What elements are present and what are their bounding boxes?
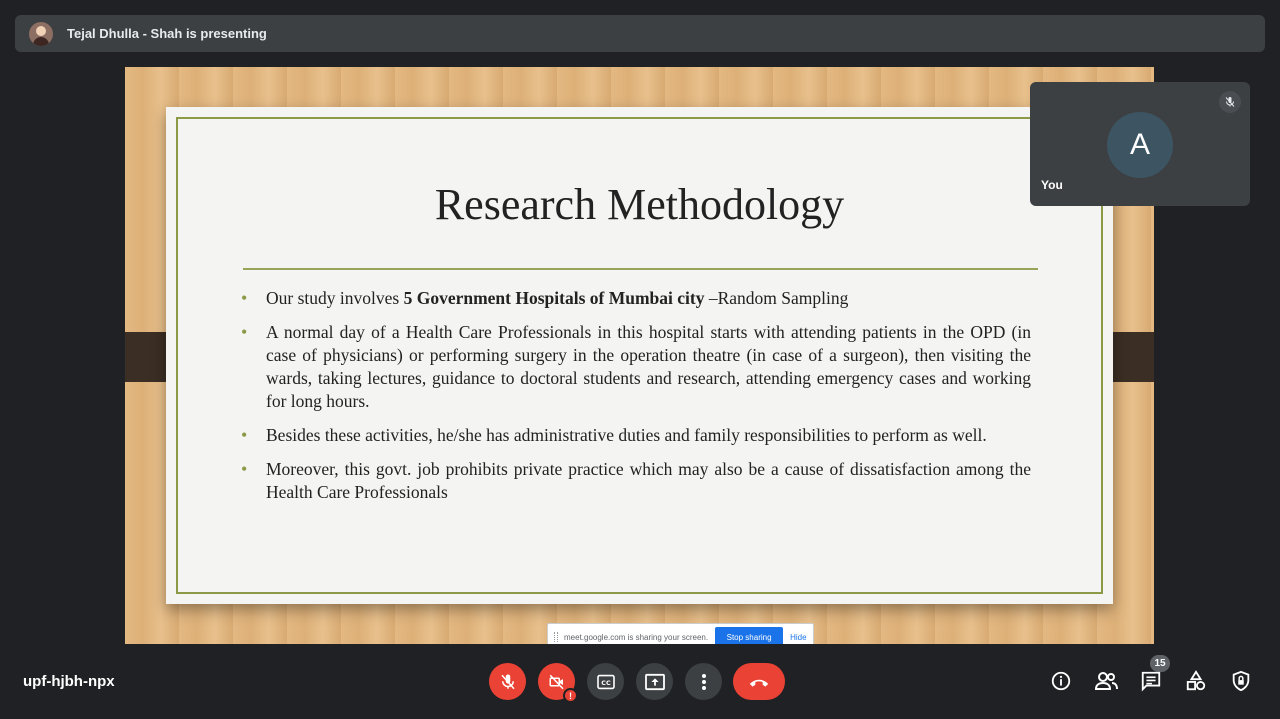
camera-toggle-button[interactable]: ! bbox=[538, 663, 578, 703]
people-icon bbox=[1094, 672, 1118, 690]
host-controls-button[interactable] bbox=[1228, 668, 1254, 694]
host-controls-icon bbox=[1232, 670, 1250, 692]
camera-alert-badge: ! bbox=[563, 688, 578, 703]
drag-handle[interactable] bbox=[554, 632, 558, 642]
presenter-avatar bbox=[29, 21, 53, 46]
chat-icon bbox=[1141, 671, 1161, 692]
presenter-label: Tejal Dhulla - Shah is presenting bbox=[67, 26, 267, 41]
bullet-text: –Random Sampling bbox=[704, 288, 849, 308]
presenter-bar: Tejal Dhulla - Shah is presenting bbox=[15, 15, 1265, 52]
slide-divider bbox=[243, 268, 1038, 270]
people-button[interactable]: 15 bbox=[1093, 655, 1170, 694]
avatar: A bbox=[1107, 112, 1173, 178]
self-name-label: You bbox=[1041, 178, 1063, 192]
info-icon bbox=[1051, 671, 1071, 691]
mic-off-icon bbox=[1219, 91, 1241, 113]
captions-icon: CC bbox=[596, 674, 615, 689]
bullet-item: Our study involves 5 Government Hospital… bbox=[241, 287, 1031, 310]
slide-title: Research Methodology bbox=[434, 180, 845, 229]
presentation-slide: Research Methodology Our study involves … bbox=[166, 107, 1113, 644]
present-screen-icon bbox=[644, 673, 665, 690]
stop-sharing-button[interactable]: Stop sharing bbox=[715, 627, 784, 644]
shared-screen: Research Methodology Our study involves … bbox=[125, 67, 1154, 644]
svg-text:CC: CC bbox=[601, 679, 611, 687]
mic-toggle-button[interactable] bbox=[489, 663, 526, 700]
activities-button[interactable] bbox=[1183, 668, 1209, 694]
slide-bullets: Our study involves 5 Government Hospital… bbox=[241, 287, 1031, 515]
call-end-icon bbox=[749, 679, 769, 687]
chat-button[interactable] bbox=[1138, 668, 1164, 694]
bullet-item: Besides these activities, he/she has adm… bbox=[241, 424, 1031, 447]
bullet-item: Moreover, this govt. job prohibits priva… bbox=[241, 458, 1031, 504]
screen-share-banner: meet.google.com is sharing your screen. … bbox=[547, 623, 814, 644]
bullet-bold-text: 5 Government Hospitals of Mumbai city bbox=[403, 288, 705, 308]
share-status-text: meet.google.com is sharing your screen. bbox=[564, 632, 709, 642]
hide-banner-link[interactable]: Hide bbox=[790, 633, 806, 642]
bullet-text: Our study involves bbox=[266, 288, 404, 308]
activities-icon bbox=[1186, 670, 1206, 691]
captions-button[interactable]: CC bbox=[587, 663, 624, 700]
camera-off-icon bbox=[549, 674, 564, 689]
meeting-code: upf-hjbh-npx bbox=[23, 673, 115, 690]
more-vert-icon bbox=[701, 673, 706, 690]
present-now-button[interactable] bbox=[636, 663, 673, 700]
end-call-button[interactable] bbox=[733, 663, 785, 700]
meeting-details-button[interactable] bbox=[1048, 668, 1074, 694]
bullet-item: A normal day of a Health Care Profession… bbox=[241, 321, 1031, 413]
self-view-tile[interactable]: A You bbox=[1030, 82, 1250, 206]
mic-off-icon bbox=[500, 674, 515, 689]
more-options-button[interactable] bbox=[685, 663, 722, 700]
